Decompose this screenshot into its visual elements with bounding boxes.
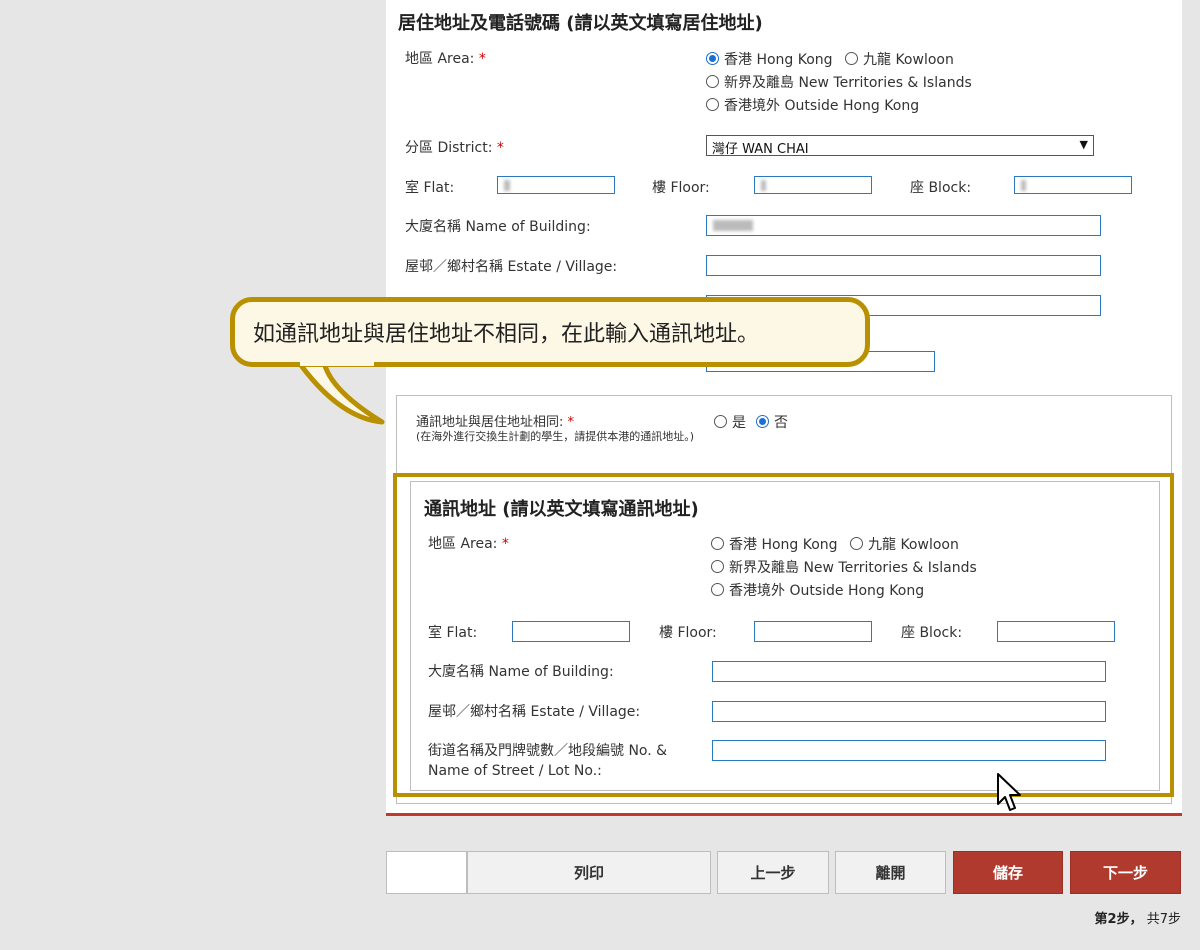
mouse-pointer-icon (997, 773, 1021, 811)
block-input[interactable] (1014, 176, 1132, 194)
redacted-value (1021, 180, 1026, 191)
radio-icon[interactable] (711, 560, 724, 573)
radio-icon[interactable] (845, 52, 858, 65)
corr-flat-input[interactable] (512, 621, 630, 642)
redacted-value (713, 220, 753, 231)
leave-button[interactable]: 離開 (835, 851, 946, 894)
form-divider (386, 813, 1182, 816)
callout-tail-icon (297, 360, 385, 425)
radio-icon[interactable] (706, 98, 719, 111)
building-label: 大廈名稱 Name of Building: (405, 219, 591, 235)
district-value: 灣仔 WAN CHAI (712, 142, 809, 157)
callout-bubble: 如通訊地址與居住地址不相同，在此輸入通訊地址。 (230, 297, 870, 367)
prev-button[interactable]: 上一步 (717, 851, 829, 894)
corr-area-label: 地區 Area: * (428, 536, 509, 552)
corr-building-label: 大廈名稱 Name of Building: (428, 664, 614, 680)
step-indicator: 第2步， 共7步 (1094, 912, 1181, 927)
corr-estate-label: 屋邨／鄉村名稱 Estate / Village: (428, 704, 641, 720)
chevron-down-icon: ▼ (1079, 138, 1088, 151)
corr-building-input[interactable] (712, 661, 1106, 682)
same-address-no[interactable]: 否 (756, 412, 788, 432)
corr-area-option-hong-kong[interactable]: 香港 Hong Kong (711, 534, 838, 554)
radio-selected-icon[interactable] (706, 52, 719, 65)
print-button[interactable]: 列印 (467, 851, 711, 894)
building-input[interactable] (706, 215, 1101, 236)
floor-input[interactable] (754, 176, 872, 194)
residential-section-title: 居住地址及電話號碼 (請以英文填寫居住地址) (398, 13, 763, 34)
corr-estate-input[interactable] (712, 701, 1106, 722)
area-option-nt[interactable]: 新界及離島 New Territories & Islands (706, 72, 972, 92)
redacted-value (504, 180, 510, 191)
corr-floor-label: 樓 Floor: (659, 625, 717, 641)
corr-area-option-outside[interactable]: 香港境外 Outside Hong Kong (711, 580, 924, 600)
district-label: 分區 District: * (405, 140, 504, 156)
area-option-outside[interactable]: 香港境外 Outside Hong Kong (706, 95, 919, 115)
corr-street-input[interactable] (712, 740, 1106, 761)
area-option-hong-kong[interactable]: 香港 Hong Kong (706, 49, 833, 69)
floor-label: 樓 Floor: (652, 180, 710, 196)
corr-block-input[interactable] (997, 621, 1115, 642)
estate-label: 屋邨／鄉村名稱 Estate / Village: (405, 259, 618, 275)
same-address-note: (在海外進行交換生計劃的學生，請提供本港的通訊地址。) (416, 430, 695, 443)
estate-input[interactable] (706, 255, 1101, 276)
flat-label: 室 Flat: (405, 180, 455, 196)
radio-icon[interactable] (706, 75, 719, 88)
corr-area-option-nt[interactable]: 新界及離島 New Territories & Islands (711, 557, 977, 577)
same-address-label: 通訊地址與居住地址相同: * (416, 415, 575, 430)
callout-tail-join (300, 358, 374, 366)
same-address-yes[interactable]: 是 (714, 412, 746, 432)
district-select[interactable]: 灣仔 WAN CHAI ▼ (706, 135, 1094, 157)
flat-input[interactable] (497, 176, 615, 194)
correspondence-section-title: 通訊地址 (請以英文填寫通訊地址) (424, 499, 699, 520)
corr-block-label: 座 Block: (901, 625, 963, 641)
corr-street-label: 街道名稱及門牌號數／地段編號 No. & Name of Street / Lot… (428, 743, 668, 779)
blank-button-slot (386, 851, 467, 894)
radio-icon[interactable] (711, 537, 724, 550)
block-label: 座 Block: (910, 180, 972, 196)
radio-icon[interactable] (850, 537, 863, 550)
radio-icon[interactable] (711, 583, 724, 596)
redacted-value (761, 180, 766, 191)
radio-selected-icon[interactable] (756, 415, 769, 428)
radio-icon[interactable] (714, 415, 727, 428)
corr-area-option-kowloon[interactable]: 九龍 Kowloon (850, 534, 959, 554)
next-button[interactable]: 下一步 (1070, 851, 1181, 894)
save-button[interactable]: 儲存 (953, 851, 1063, 894)
area-label: 地區 Area: * (405, 51, 486, 67)
corr-floor-input[interactable] (754, 621, 872, 642)
corr-flat-label: 室 Flat: (428, 625, 478, 641)
area-option-kowloon[interactable]: 九龍 Kowloon (845, 49, 954, 69)
